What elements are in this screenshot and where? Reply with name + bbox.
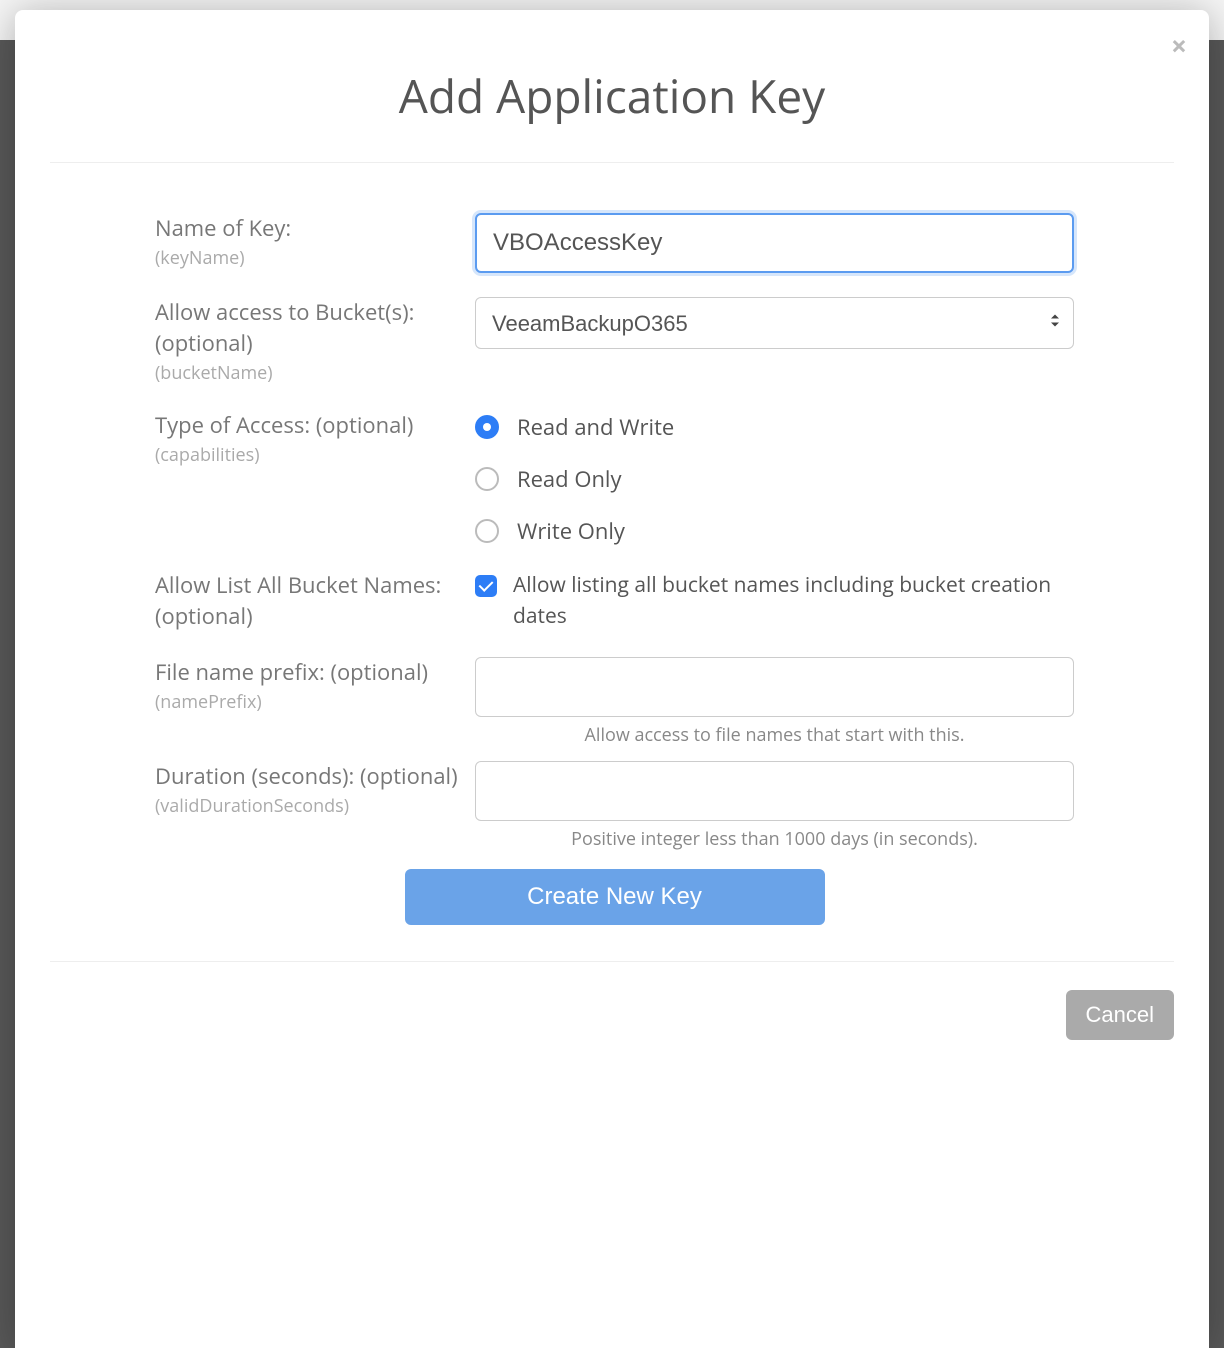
divider-top — [50, 162, 1174, 163]
row-bucket: Allow access to Bucket(s): (optional) (b… — [155, 297, 1074, 386]
modal-title: Add Application Key — [50, 65, 1174, 127]
row-prefix: File name prefix: (optional) (namePrefix… — [155, 657, 1074, 747]
radio-icon — [475, 467, 499, 491]
label-bucket: Allow access to Bucket(s): (optional) — [155, 297, 475, 359]
add-application-key-modal: × Add Application Key Name of Key: (keyN… — [15, 10, 1209, 1348]
api-validDurationSeconds: (validDurationSeconds) — [155, 794, 475, 819]
bucket-select[interactable]: VeeamBackupO365 — [475, 297, 1074, 349]
label-prefix: File name prefix: (optional) — [155, 657, 475, 688]
api-keyName: (keyName) — [155, 246, 475, 271]
radio-label: Read Only — [517, 464, 622, 494]
row-list-all: Allow List All Bucket Names: (optional) … — [155, 570, 1074, 633]
radio-read-write[interactable]: Read and Write — [475, 412, 1074, 442]
radio-icon — [475, 519, 499, 543]
create-new-key-button[interactable]: Create New Key — [405, 869, 825, 925]
radio-label: Read and Write — [517, 412, 674, 442]
label-list-all: Allow List All Bucket Names: (optional) — [155, 570, 475, 632]
api-bucketName: (bucketName) — [155, 361, 475, 386]
access-radio-group: Read and Write Read Only Write Only — [475, 410, 1074, 546]
divider-bottom — [50, 961, 1174, 962]
key-name-input[interactable] — [475, 213, 1074, 273]
prefix-help: Allow access to file names that start wi… — [475, 723, 1074, 747]
radio-icon — [475, 415, 499, 439]
list-all-checkbox[interactable]: Allow listing all bucket names including… — [475, 570, 1074, 633]
checkbox-icon — [475, 575, 497, 597]
radio-write-only[interactable]: Write Only — [475, 516, 1074, 546]
prefix-input[interactable] — [475, 657, 1074, 717]
label-access-type: Type of Access: (optional) — [155, 410, 475, 441]
checkbox-label: Allow listing all bucket names including… — [513, 570, 1074, 633]
radio-read-only[interactable]: Read Only — [475, 464, 1074, 494]
radio-label: Write Only — [517, 516, 625, 546]
api-capabilities: (capabilities) — [155, 443, 475, 468]
modal-backdrop: Personal Backup Business Backup B2 Cloud… — [0, 0, 1224, 1348]
row-key-name: Name of Key: (keyName) — [155, 213, 1074, 273]
label-duration: Duration (seconds): (optional) — [155, 761, 475, 792]
api-namePrefix: (namePrefix) — [155, 690, 475, 715]
cancel-button[interactable]: Cancel — [1066, 990, 1174, 1040]
form-body: Name of Key: (keyName) Allow access to B… — [50, 213, 1174, 925]
row-access-type: Type of Access: (optional) (capabilities… — [155, 410, 1074, 546]
row-duration: Duration (seconds): (optional) (validDur… — [155, 761, 1074, 851]
duration-input[interactable] — [475, 761, 1074, 821]
label-key-name: Name of Key: — [155, 213, 475, 244]
duration-help: Positive integer less than 1000 days (in… — [475, 827, 1074, 851]
close-icon[interactable]: × — [1171, 32, 1187, 60]
